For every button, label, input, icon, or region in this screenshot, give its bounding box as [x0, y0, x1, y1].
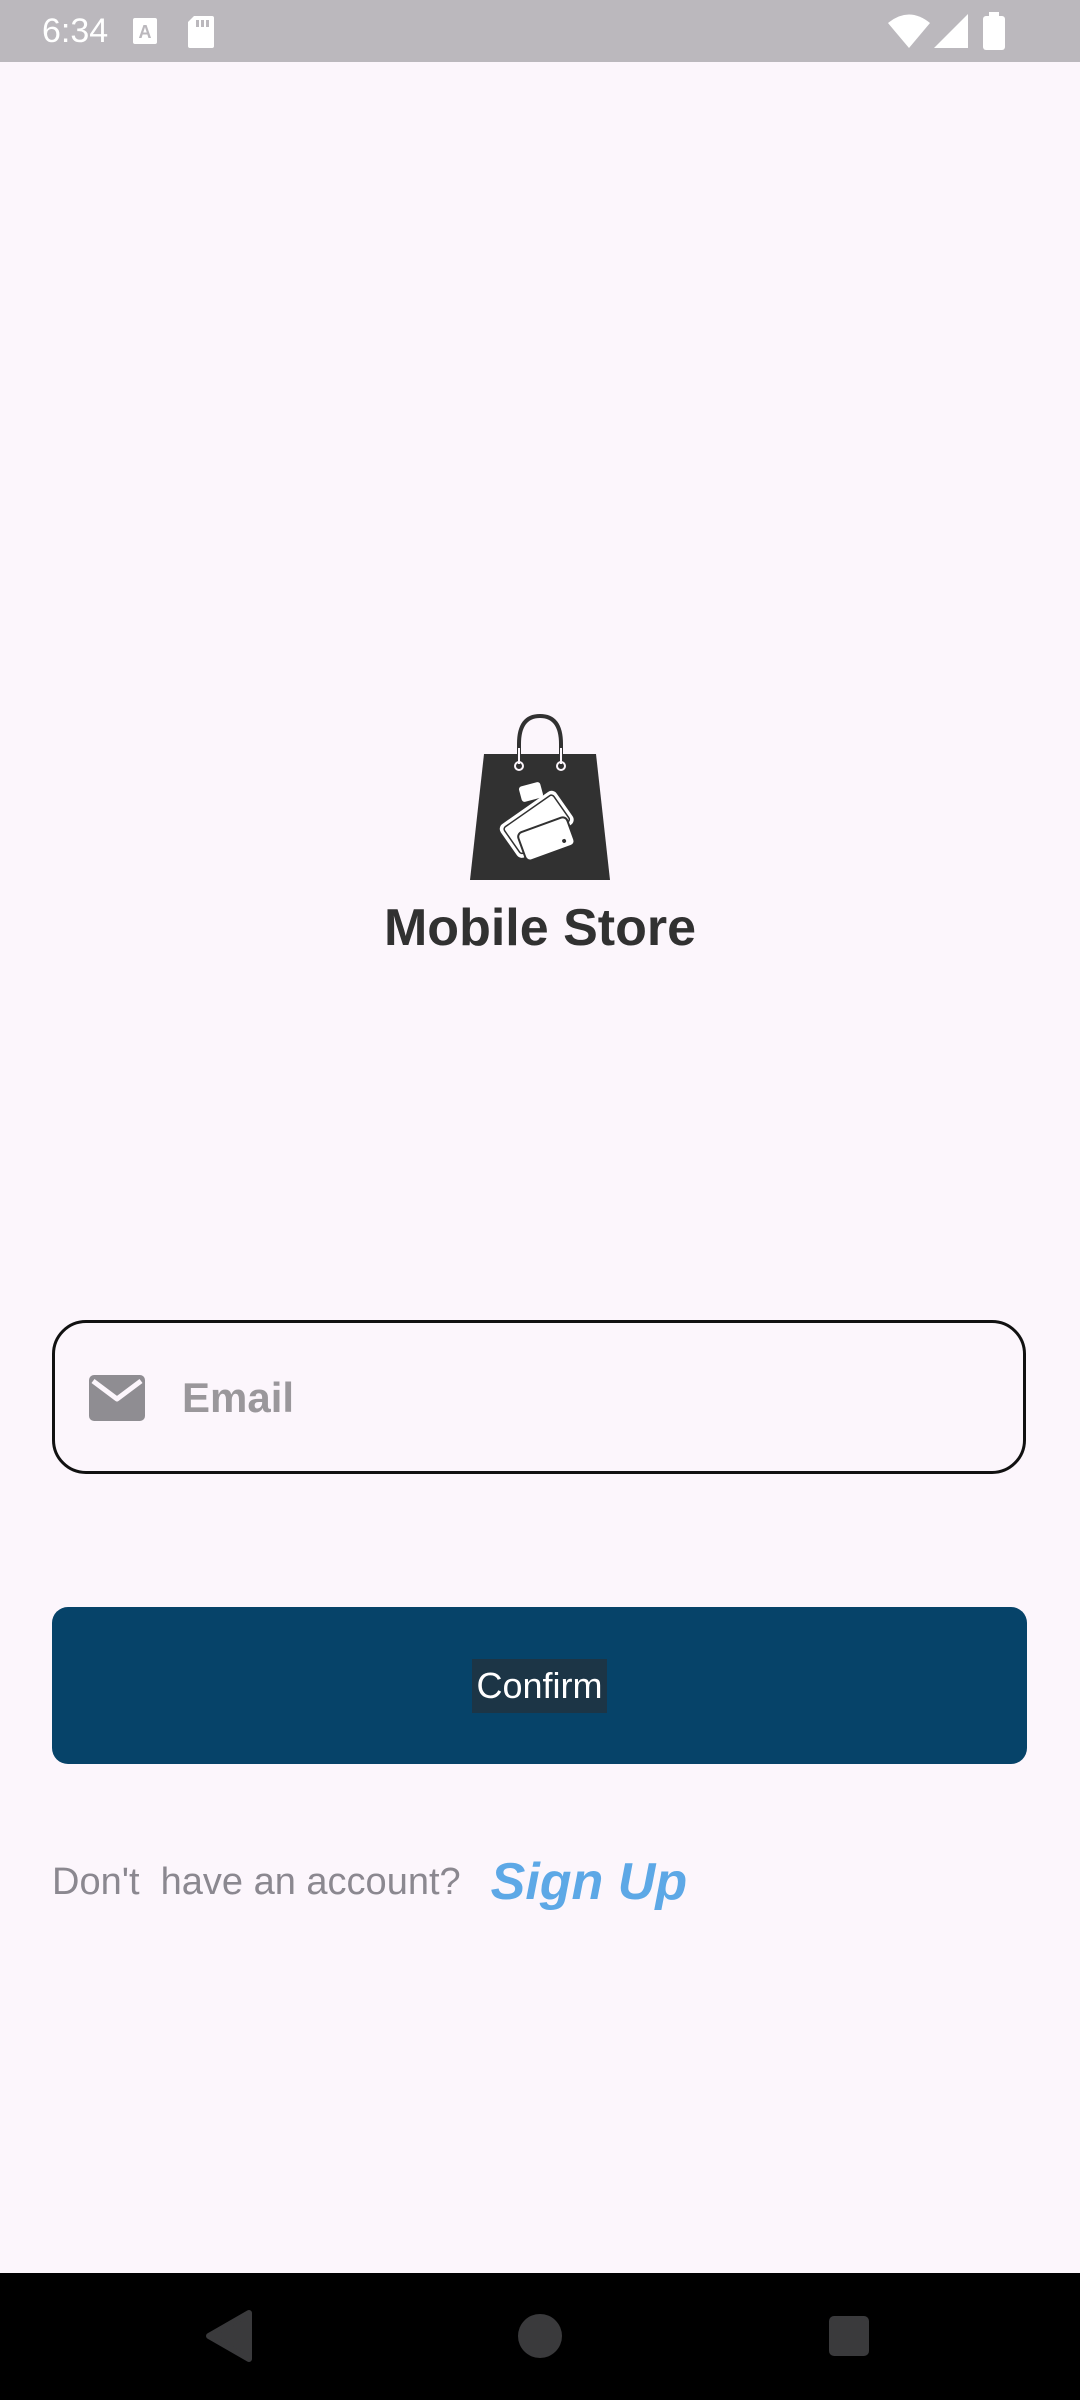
back-icon[interactable]	[193, 2301, 263, 2371]
signup-row: Don't have an account? Sign Up	[52, 1850, 687, 1914]
mail-icon	[89, 1375, 145, 1421]
confirm-button[interactable]: Confirm	[52, 1607, 1027, 1764]
confirm-button-label: Confirm	[472, 1658, 607, 1713]
email-input[interactable]	[180, 1351, 984, 1445]
wifi-icon	[888, 14, 930, 48]
email-field[interactable]	[52, 1320, 1026, 1474]
status-time: 6:34	[42, 12, 109, 50]
battery-icon	[983, 12, 1005, 50]
sd-card-icon	[188, 16, 214, 48]
app-title: Mobile Store	[383, 899, 697, 957]
recents-icon[interactable]	[814, 2301, 884, 2371]
svg-text:A: A	[139, 22, 152, 42]
cell-signal-icon	[934, 14, 968, 48]
a-notification-icon: A	[133, 18, 157, 44]
status-bar: 6:34 A	[0, 0, 1080, 62]
sign-up-link[interactable]: Sign Up	[491, 1852, 687, 1912]
home-icon[interactable]	[505, 2301, 575, 2371]
signup-prompt: Don't have an account?	[52, 1860, 461, 1903]
navigation-bar	[0, 2273, 1080, 2400]
shopping-bag-phones-icon	[470, 713, 610, 880]
